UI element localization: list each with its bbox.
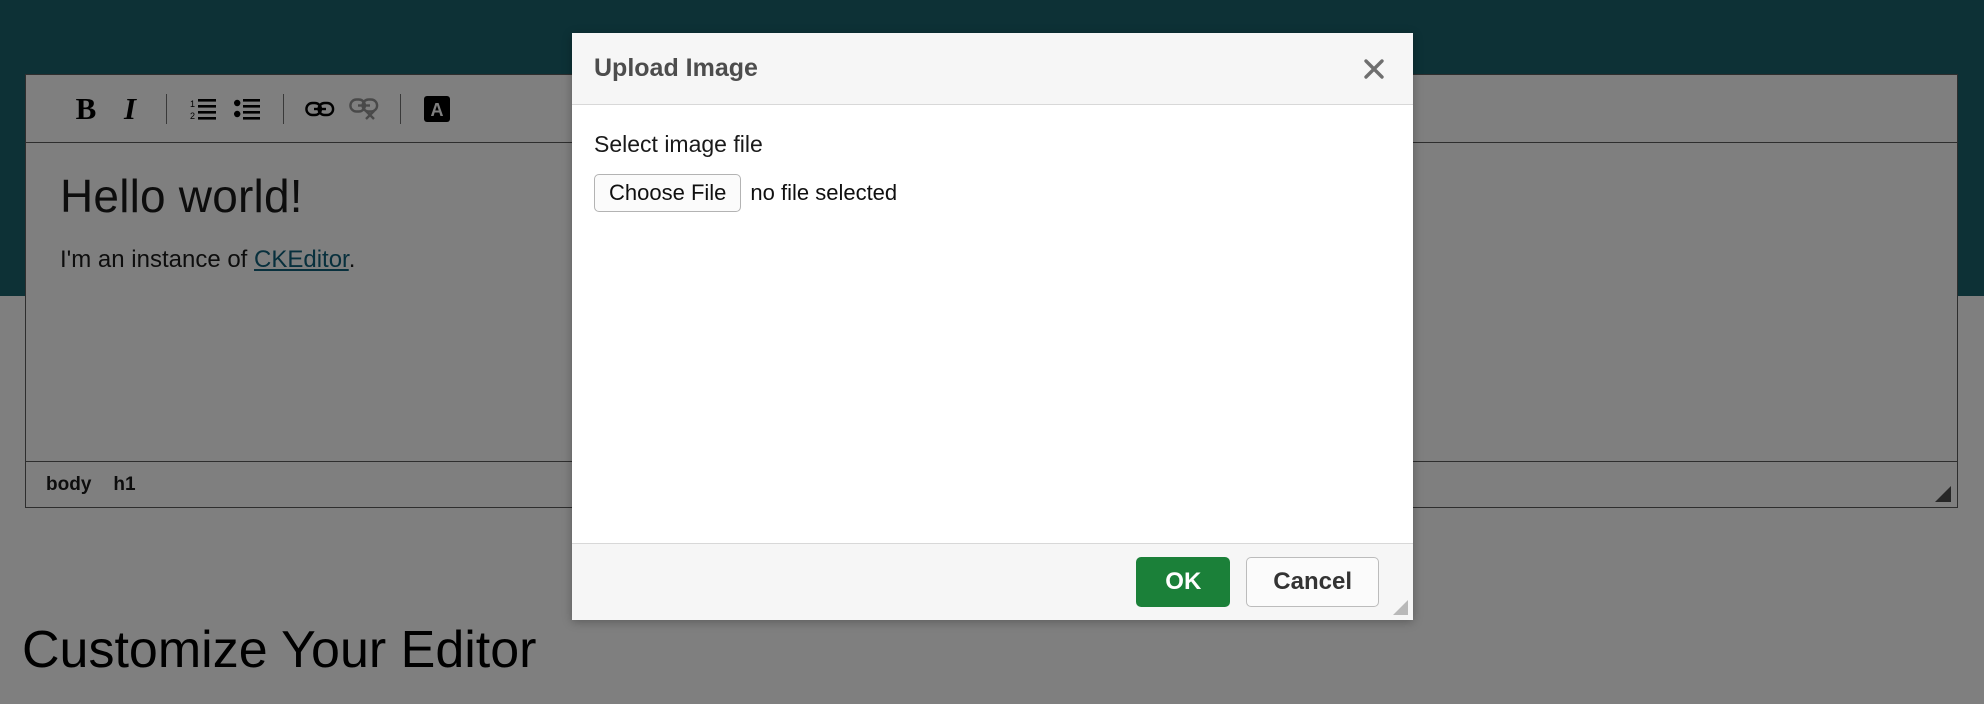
close-icon [1364,58,1384,79]
choose-file-button[interactable]: Choose File [594,174,742,212]
dialog-resize-grip-icon[interactable] [1393,600,1408,615]
dialog-title: Upload Image [594,54,758,82]
close-button[interactable] [1357,52,1391,86]
dialog-footer: OK Cancel [572,543,1413,620]
cancel-button[interactable]: Cancel [1246,557,1379,607]
file-selection-status: no file selected [750,180,898,205]
dialog-header: Upload Image [572,33,1413,105]
ok-button[interactable]: OK [1136,557,1231,607]
file-field-label: Select image file [594,131,763,157]
upload-image-dialog: Upload Image Select image file Choose Fi… [572,33,1413,620]
dialog-body: Select image file Choose File no file se… [572,105,1413,543]
file-input-row: Choose File no file selected [594,174,1391,212]
